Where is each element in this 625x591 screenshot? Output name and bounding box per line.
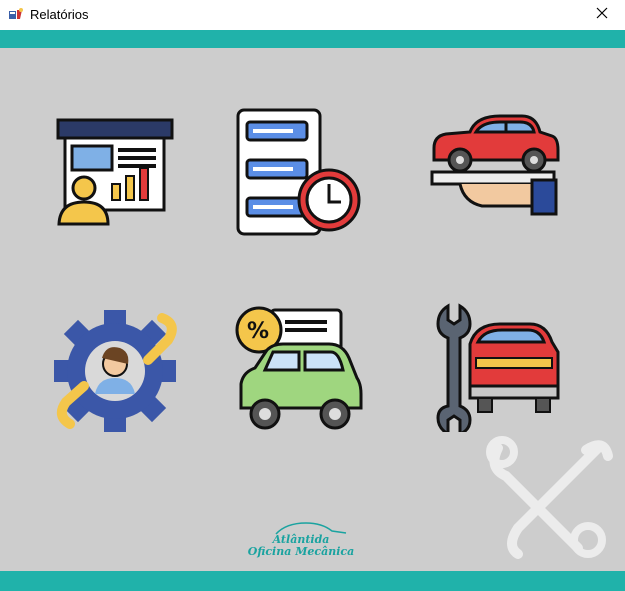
tile-report-schedule[interactable] — [233, 106, 363, 236]
wrench-car-icon — [436, 303, 560, 432]
tools-watermark-icon — [478, 428, 618, 568]
tile-report-repairs[interactable] — [430, 302, 560, 432]
gear-wrench-person-icon — [54, 310, 177, 432]
tile-report-car-service[interactable] — [430, 106, 560, 236]
title-bar: Relatórios — [0, 0, 625, 30]
relatorios-window: Relatórios % Atlântida Oficina Mecânica — [0, 0, 625, 591]
window-title: Relatórios — [30, 7, 89, 22]
logo-line2: Oficina Mecânica — [247, 545, 355, 558]
car-percent-document-icon: % — [235, 306, 363, 430]
tile-report-discount-sales[interactable]: % — [233, 306, 363, 436]
close-icon — [596, 6, 608, 24]
bottom-accent-bar — [0, 571, 625, 591]
top-accent-bar — [0, 30, 625, 48]
close-button[interactable] — [579, 0, 625, 30]
tile-report-employees[interactable] — [50, 306, 180, 436]
hand-holding-car-icon — [430, 114, 560, 216]
reports-panel: % Atlântida Oficina Mecânica — [0, 48, 625, 571]
company-logo: Atlântida Oficina Mecânica — [236, 521, 366, 561]
presentation-chart-person-icon — [56, 118, 174, 226]
app-icon — [8, 7, 24, 23]
tile-report-presentation[interactable] — [50, 110, 180, 240]
svg-text:%: % — [247, 319, 269, 344]
document-clock-icon — [236, 108, 361, 236]
